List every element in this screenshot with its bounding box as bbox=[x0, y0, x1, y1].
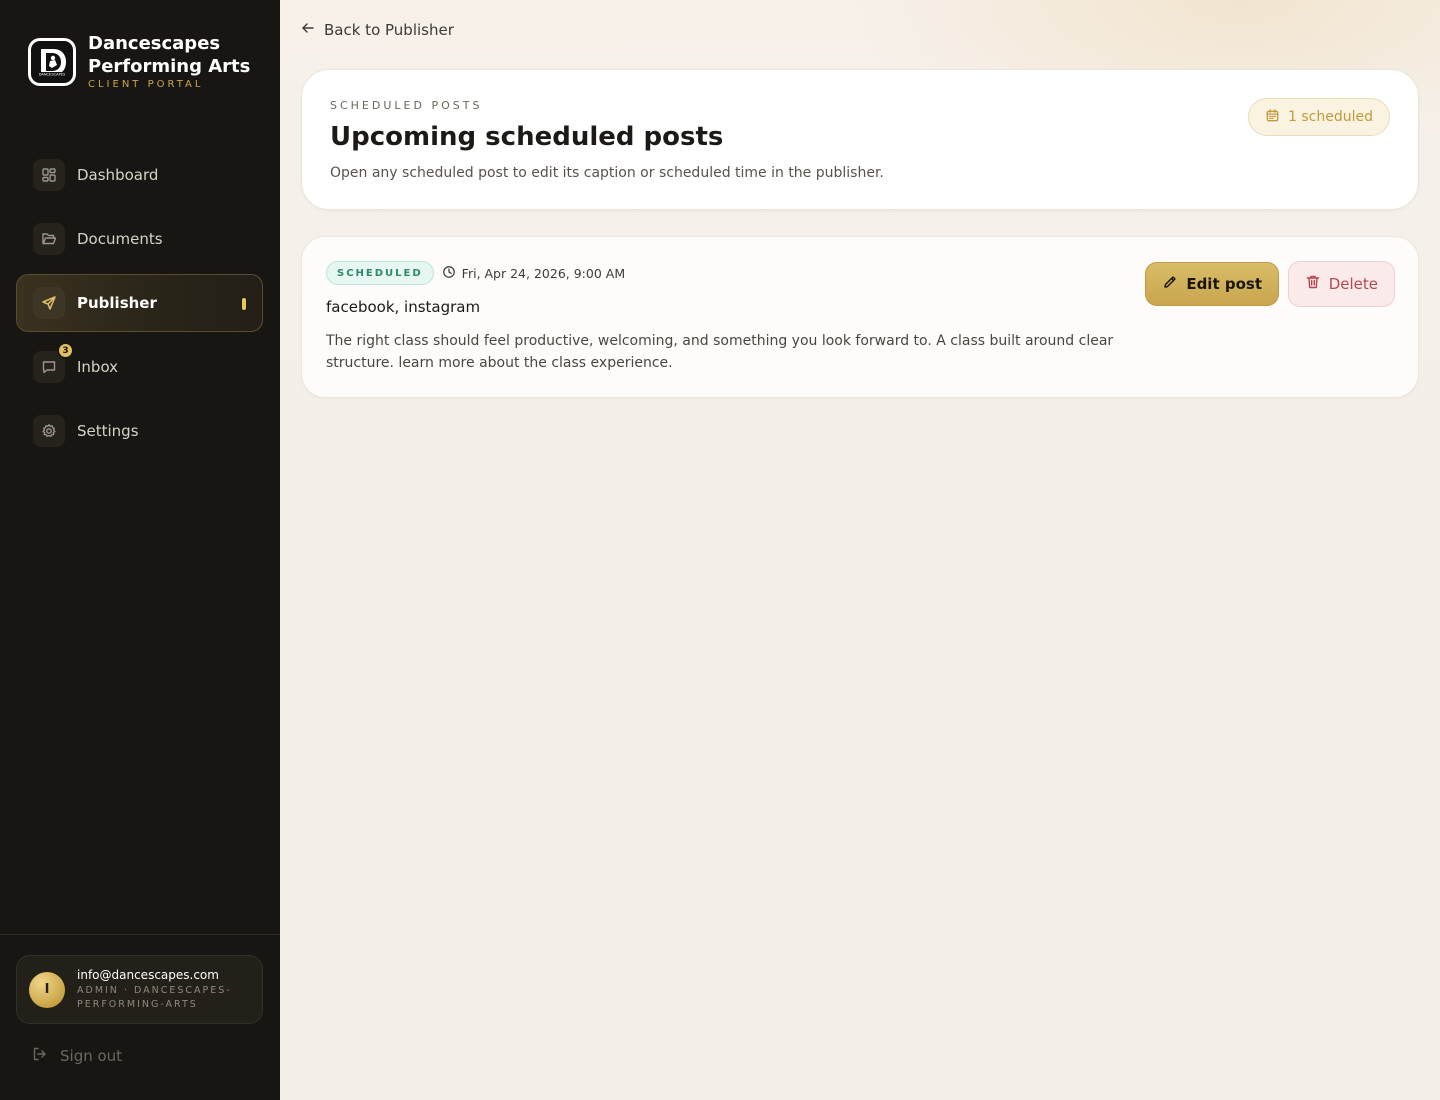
folder-icon bbox=[33, 223, 65, 255]
sidebar-divider bbox=[0, 934, 280, 935]
pencil-icon bbox=[1162, 274, 1178, 294]
post-meta: SCHEDULED Fri, Apr 24, 2026, 9:00 AM bbox=[326, 261, 625, 285]
back-to-publisher-link[interactable]: Back to Publisher bbox=[300, 20, 454, 40]
clock-icon bbox=[442, 265, 456, 282]
send-icon bbox=[33, 287, 65, 319]
sidebar-item-label: Dashboard bbox=[77, 166, 159, 184]
post-platforms: facebook, instagram bbox=[326, 298, 481, 316]
user-email: info@dancescapes.com bbox=[77, 967, 219, 982]
sidebar-item-label: Publisher bbox=[77, 294, 157, 312]
post-time-label: Fri, Apr 24, 2026, 9:00 AM bbox=[461, 265, 626, 281]
gear-icon bbox=[33, 415, 65, 447]
sign-out-label: Sign out bbox=[60, 1047, 123, 1065]
sidebar-item-dashboard[interactable]: Dashboard bbox=[16, 146, 263, 204]
sidebar-item-inbox[interactable]: 3 Inbox bbox=[16, 338, 263, 396]
inbox-count-badge: 3 bbox=[57, 342, 74, 359]
page-header-card: SCHEDULED POSTS Upcoming scheduled posts… bbox=[301, 69, 1419, 210]
brand-name: Dancescapes Performing Arts bbox=[88, 33, 251, 77]
scheduled-count-badge: 1 scheduled bbox=[1248, 98, 1390, 136]
active-indicator bbox=[242, 298, 246, 310]
sidebar-item-settings[interactable]: Settings bbox=[16, 402, 263, 460]
brand-subtitle: CLIENT PORTAL bbox=[88, 79, 204, 90]
edit-post-button[interactable]: Edit post bbox=[1145, 262, 1279, 306]
sign-out-button[interactable]: Sign out bbox=[32, 1046, 122, 1066]
dashboard-icon bbox=[33, 159, 65, 191]
calendar-icon bbox=[1265, 108, 1280, 127]
sidebar-item-publisher[interactable]: Publisher bbox=[16, 274, 263, 332]
brand[interactable]: DANCESCAPES Dancescapes Performing Arts … bbox=[28, 32, 258, 90]
arrow-left-icon bbox=[300, 20, 316, 40]
svg-text:DANCESCAPES: DANCESCAPES bbox=[39, 73, 66, 77]
trash-icon bbox=[1305, 274, 1321, 294]
page-title: Upcoming scheduled posts bbox=[330, 122, 724, 152]
message-icon: 3 bbox=[33, 342, 74, 383]
sidebar-nav: Dashboard Documents Publisher 3 Inbox Se… bbox=[16, 146, 263, 466]
scheduled-count-label: 1 scheduled bbox=[1288, 109, 1373, 125]
sign-out-icon bbox=[32, 1046, 48, 1066]
avatar: I bbox=[29, 971, 65, 1008]
scheduled-post-card[interactable]: SCHEDULED Fri, Apr 24, 2026, 9:00 AM fac… bbox=[301, 236, 1419, 398]
page-description: Open any scheduled post to edit its capt… bbox=[330, 165, 884, 181]
sidebar-item-label: Inbox bbox=[77, 358, 119, 376]
delete-post-button[interactable]: Delete bbox=[1287, 261, 1395, 307]
sidebar-item-label: Settings bbox=[77, 422, 139, 440]
post-scheduled-time: Fri, Apr 24, 2026, 9:00 AM bbox=[442, 265, 625, 282]
delete-button-label: Delete bbox=[1328, 275, 1378, 293]
sidebar-item-documents[interactable]: Documents bbox=[16, 210, 263, 268]
user-role: ADMIN · DANCESCAPES-PERFORMING-ARTS bbox=[77, 984, 232, 1010]
main-content: Back to Publisher SCHEDULED POSTS Upcomi… bbox=[280, 0, 1440, 1100]
sidebar-item-label: Documents bbox=[77, 230, 163, 248]
user-card[interactable]: I info@dancescapes.com ADMIN · DANCESCAP… bbox=[16, 955, 263, 1024]
brand-logo: DANCESCAPES bbox=[28, 38, 76, 86]
post-caption: The right class should feel productive, … bbox=[326, 333, 1114, 371]
edit-button-label: Edit post bbox=[1186, 275, 1262, 293]
status-badge: SCHEDULED bbox=[326, 261, 434, 285]
page-eyebrow: SCHEDULED POSTS bbox=[330, 99, 483, 112]
back-link-label: Back to Publisher bbox=[324, 21, 454, 39]
sidebar: DANCESCAPES Dancescapes Performing Arts … bbox=[0, 0, 280, 1100]
